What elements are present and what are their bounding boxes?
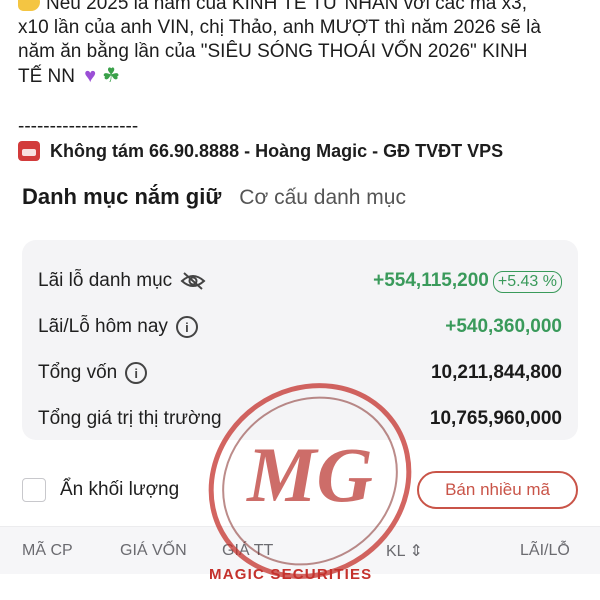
summary-row-today: Lãi/Lỗ hôm nay i +540,360,000 xyxy=(38,304,562,350)
divider-text: ------------------- xyxy=(18,116,139,137)
hide-volume-toggle[interactable]: Ẩn khối lượng xyxy=(22,478,179,502)
telephone-icon xyxy=(18,141,40,161)
today-pnl-label: Lãi/Lỗ hôm nay xyxy=(38,316,168,337)
market-value-label: Tổng giá trị thị trường xyxy=(38,408,222,429)
tab-portfolio-structure[interactable]: Cơ cấu danh mục xyxy=(239,186,406,210)
post-line-3: năm ăn bằng lần của "SIÊU SÓNG THOÁI VỐN… xyxy=(18,41,528,62)
column-header-code[interactable]: MÃ CP xyxy=(22,542,73,560)
pointing-hand-icon xyxy=(18,0,40,11)
column-header-pnl[interactable]: LÃI/LỖ xyxy=(520,542,570,560)
tab-holdings[interactable]: Danh mục nắm giữ xyxy=(22,184,221,210)
post-line-2: x10 lần của anh VIN, chị Thảo, anh MƯỢT … xyxy=(18,17,541,38)
column-header-cost[interactable]: GIÁ VỐN xyxy=(120,542,187,560)
summary-row-pnl: Lãi lỗ danh mục +554,115,200 +5.43 % xyxy=(38,258,562,304)
info-icon[interactable]: i xyxy=(125,362,148,384)
pnl-value: +554,115,200 xyxy=(373,269,489,291)
post-line-4: TẾ NN ♥ ☘ xyxy=(18,65,121,87)
eye-off-icon[interactable] xyxy=(180,271,206,291)
pnl-label: Lãi lỗ danh mục xyxy=(38,270,173,291)
contact-line: Không tám 66.90.8888 - Hoàng Magic - GĐ … xyxy=(18,139,588,163)
capital-value: 10,211,844,800 xyxy=(430,362,562,383)
sell-multiple-button[interactable]: Bán nhiều mã xyxy=(417,471,578,509)
today-pnl-value: +540,360,000 xyxy=(445,316,562,337)
summary-row-market: Tổng giá trị thị trường 10,765,960,000 xyxy=(38,396,562,442)
holdings-controls: Ẩn khối lượng Bán nhiều mã xyxy=(22,470,578,510)
post-line-1: Nếu 2025 là năm của KINH TẾ TƯ NHÂN với … xyxy=(18,0,588,16)
shamrock-icon: ☘ xyxy=(102,65,121,87)
watermark-caption: MAGIC SECURITIES xyxy=(209,566,373,583)
column-header-price[interactable]: GIÁ TT xyxy=(222,542,273,560)
sort-icon[interactable]: ⇕ xyxy=(409,543,422,560)
hide-volume-checkbox[interactable] xyxy=(22,478,46,502)
summary-row-capital: Tổng vốn i 10,211,844,800 xyxy=(38,350,562,396)
capital-label: Tổng vốn xyxy=(38,362,118,383)
pnl-percent-badge: +5.43 % xyxy=(492,270,562,293)
hide-volume-label: Ẩn khối lượng xyxy=(60,479,180,500)
column-header-volume[interactable]: KL ⇕ xyxy=(386,541,423,561)
market-value: 10,765,960,000 xyxy=(429,408,562,429)
portfolio-summary-card: Lãi lỗ danh mục +554,115,200 +5.43 % Lãi/… xyxy=(22,240,578,440)
purple-heart-icon: ♥ xyxy=(84,65,97,87)
pnl-value-wrap: +554,115,200 +5.43 % xyxy=(373,270,562,293)
portfolio-tabs: Danh mục nắm giữ Cơ cấu danh mục xyxy=(22,184,406,210)
info-icon[interactable]: i xyxy=(175,316,198,338)
post-text: Nếu 2025 là năm của KINH TẾ TƯ NHÂN với … xyxy=(18,0,588,163)
